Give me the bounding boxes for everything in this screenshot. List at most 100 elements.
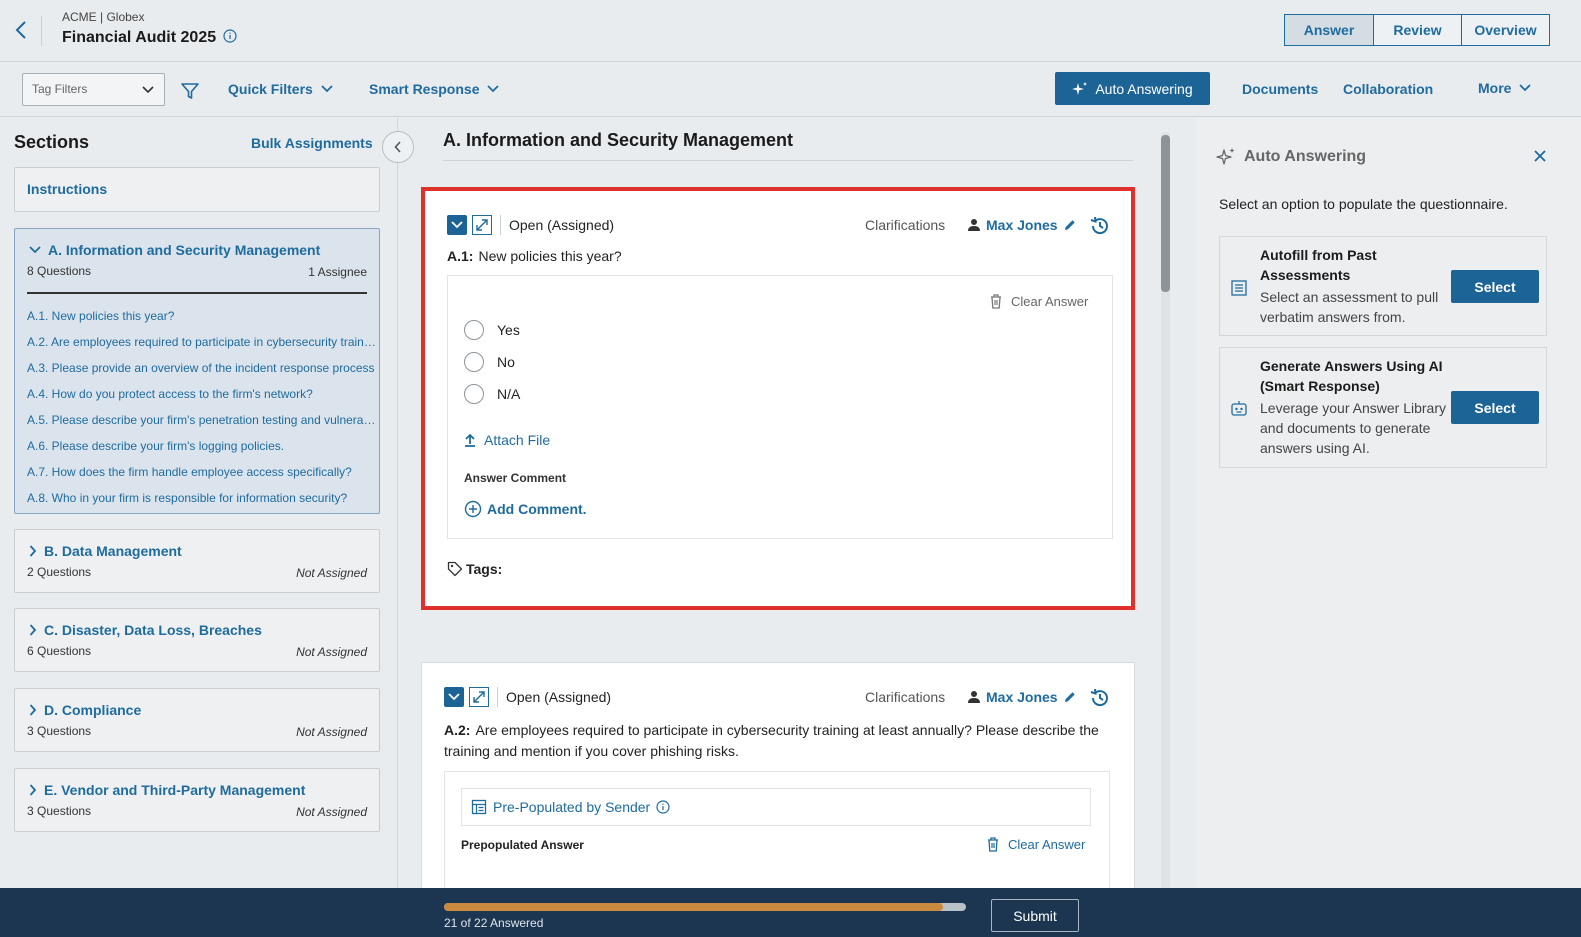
sparkle-icon <box>1072 81 1088 95</box>
section-c-header: C. Disaster, Data Loss, Breaches <box>29 622 262 638</box>
mode-review-tab[interactable]: Review <box>1373 15 1461 45</box>
back-button[interactable] <box>14 16 42 46</box>
chevron-right-icon <box>29 784 37 796</box>
info-icon[interactable] <box>223 29 237 43</box>
section-b-card[interactable]: B. Data Management 2 Questions Not Assig… <box>14 529 380 593</box>
submit-button[interactable]: Submit <box>991 899 1079 932</box>
chevron-down-icon <box>321 85 333 93</box>
section-b-title: B. Data Management <box>44 543 182 559</box>
radio-circle[interactable] <box>464 320 484 340</box>
footer-bar: 21 of 22 Answered Submit <box>0 888 1581 937</box>
section-c-card[interactable]: C. Disaster, Data Loss, Breaches 6 Quest… <box>14 608 380 672</box>
collapse-sidebar-button[interactable] <box>382 131 414 163</box>
filter-icon[interactable] <box>180 81 200 101</box>
person-icon <box>968 219 980 231</box>
answer-box: Pre-Populated by Sender Prepopulated Ans… <box>444 771 1110 888</box>
question-link-a3[interactable]: A.3. Please provide an overview of the i… <box>27 360 377 386</box>
question-link-a6[interactable]: A.6. Please describe your firm's logging… <box>27 438 377 464</box>
select-checkbox[interactable] <box>447 215 467 235</box>
chevron-right-icon <box>29 545 37 557</box>
expand-button[interactable] <box>469 687 489 707</box>
section-a-question-list: A.1. New policies this year? A.2. Are em… <box>27 308 377 516</box>
app-root: ACME | Globex Financial Audit 2025 Answe… <box>0 0 1581 937</box>
question-link-a1[interactable]: A.1. New policies this year? <box>27 308 377 334</box>
clear-answer-button[interactable]: Clear Answer <box>989 293 1088 309</box>
section-e-card[interactable]: E. Vendor and Third-Party Management 3 Q… <box>14 768 380 832</box>
progress-bar <box>444 903 966 911</box>
question-text: A.1: New policies this year? <box>447 246 622 267</box>
question-link-a8[interactable]: A.8. Who in your firm is responsible for… <box>27 490 377 516</box>
section-a-divider <box>27 292 367 294</box>
chevron-left-icon <box>394 141 401 153</box>
answer-box: Clear Answer Yes No N/A Attach File Answ… <box>447 275 1113 539</box>
add-comment-button[interactable]: Add Comment. <box>464 500 587 518</box>
chevron-down-icon <box>451 221 463 229</box>
chevron-down-icon <box>142 86 154 94</box>
auto-answering-label: Auto Answering <box>1095 80 1193 97</box>
radio-circle[interactable] <box>464 352 484 372</box>
select-smart-response-button[interactable]: Select <box>1451 391 1539 424</box>
collaboration-link[interactable]: Collaboration <box>1343 81 1433 97</box>
option-na-label: N/A <box>497 386 521 402</box>
mode-overview-tab[interactable]: Overview <box>1461 15 1549 45</box>
main-scrollbar[interactable] <box>1161 132 1170 888</box>
pencil-icon[interactable] <box>1063 690 1077 704</box>
more-menu-button[interactable]: More <box>1478 80 1532 96</box>
section-a-card[interactable]: A. Information and Security Management 8… <box>14 228 380 514</box>
question-link-a2[interactable]: A.2. Are employees required to participa… <box>27 334 377 360</box>
tag-filter-select[interactable]: Tag Filters <box>22 73 165 106</box>
section-a-header[interactable]: A. Information and Security Management <box>29 242 320 258</box>
section-b-header: B. Data Management <box>29 543 182 559</box>
tags-label: Tags: <box>466 561 503 577</box>
org-label: ACME | Globex <box>62 10 145 24</box>
instructions-item[interactable]: Instructions <box>14 167 380 212</box>
auto-answering-button[interactable]: Auto Answering <box>1055 72 1210 105</box>
bulk-assignments-link[interactable]: Bulk Assignments <box>251 135 373 151</box>
history-icon[interactable] <box>1089 215 1111 237</box>
plus-circle-icon <box>464 500 482 518</box>
expand-icon <box>476 219 488 231</box>
expand-button[interactable] <box>472 215 492 235</box>
scrollbar-thumb[interactable] <box>1161 135 1170 292</box>
attach-file-button[interactable]: Attach File <box>464 432 550 448</box>
smart-response-button[interactable]: Smart Response <box>369 81 500 97</box>
chevron-down-icon <box>1519 84 1532 92</box>
select-checkbox[interactable] <box>444 687 464 707</box>
clarifications-link[interactable]: Clarifications <box>865 689 945 705</box>
section-title: A. Information and Security Management <box>443 130 794 150</box>
documents-link[interactable]: Documents <box>1242 81 1318 97</box>
history-icon[interactable] <box>1089 687 1111 709</box>
question-link-a5[interactable]: A.5. Please describe your firm's penetra… <box>27 412 377 438</box>
radio-circle[interactable] <box>464 384 484 404</box>
smart-response-option-card: Generate Answers Using AI (Smart Respons… <box>1219 347 1547 468</box>
clarifications-link[interactable]: Clarifications <box>865 217 945 233</box>
trash-icon <box>991 294 1001 309</box>
option-no[interactable]: No <box>464 352 515 372</box>
prepopulated-banner: Pre-Populated by Sender <box>461 788 1091 826</box>
question-link-a4[interactable]: A.4. How do you protect access to the fi… <box>27 386 377 412</box>
trash-icon <box>988 837 998 852</box>
section-b-status: Not Assigned <box>296 566 367 580</box>
mode-answer-tab[interactable]: Answer <box>1285 15 1373 45</box>
question-link-a7[interactable]: A.7. How does the firm handle employee a… <box>27 464 377 490</box>
toolbar-divider <box>497 687 498 707</box>
section-c-title: C. Disaster, Data Loss, Breaches <box>44 622 262 638</box>
close-icon[interactable] <box>1533 149 1547 163</box>
section-d-header: D. Compliance <box>29 702 141 718</box>
question-a2-toolbar: Open (Assigned) <box>444 687 611 707</box>
option-na[interactable]: N/A <box>464 384 520 404</box>
quick-filters-button[interactable]: Quick Filters <box>228 81 333 97</box>
option-description: Leverage your Answer Library and documen… <box>1260 400 1446 456</box>
section-title-divider <box>443 160 1133 161</box>
chevron-down-icon <box>448 693 460 701</box>
assignee[interactable]: Max Jones <box>967 217 1077 233</box>
pencil-icon[interactable] <box>1063 218 1077 232</box>
clear-answer-button[interactable]: Clear Answer <box>986 836 1085 852</box>
select-autofill-button[interactable]: Select <box>1451 270 1539 303</box>
sections-title: Sections <box>14 132 90 152</box>
info-icon[interactable] <box>656 800 670 814</box>
option-description: Select an assessment to pull verbatim an… <box>1260 289 1439 325</box>
option-yes[interactable]: Yes <box>464 320 520 340</box>
assignee[interactable]: Max Jones <box>967 689 1077 705</box>
section-d-card[interactable]: D. Compliance 3 Questions Not Assigned <box>14 688 380 752</box>
